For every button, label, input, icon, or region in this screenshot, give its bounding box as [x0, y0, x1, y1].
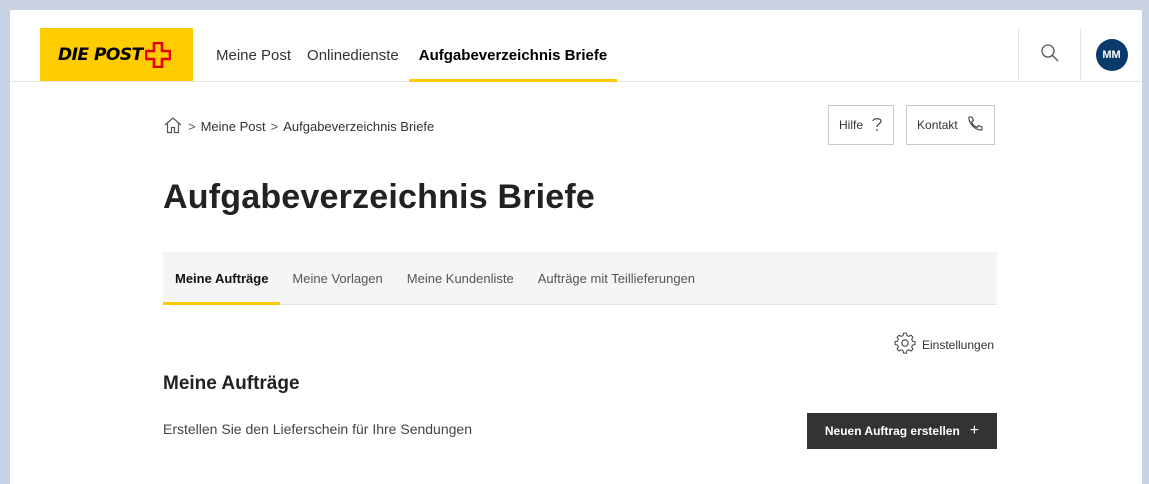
breadcrumb: > Meine Post > Aufgabeverzeichnis Briefe [163, 116, 434, 137]
search-icon [1040, 43, 1060, 68]
nav-item-meine-post[interactable]: Meine Post [210, 28, 297, 82]
top-header: DIE POST Meine Post Onlinedienste Aufgab… [10, 10, 1142, 82]
hilfe-label: Hilfe [839, 118, 864, 132]
nav-item-onlinedienste[interactable]: Onlinedienste [301, 28, 405, 82]
tab-bar: Meine Aufträge Meine Vorlagen Meine Kund… [163, 252, 997, 305]
settings-label: Einstellungen [922, 337, 995, 352]
tab-meine-auftraege[interactable]: Meine Aufträge [163, 252, 281, 305]
kontakt-button[interactable]: Kontakt [906, 105, 995, 145]
plus-icon: + [969, 422, 980, 439]
help-actions: Hilfe Kontakt [828, 105, 1007, 145]
post-logo[interactable]: DIE POST [40, 28, 193, 81]
breadcrumb-item-current: Aufgabeverzeichnis Briefe [283, 119, 435, 134]
tab-meine-vorlagen[interactable]: Meine Vorlagen [280, 252, 394, 304]
search-button[interactable] [1018, 28, 1080, 82]
tab-meine-kundenliste[interactable]: Meine Kundenliste [395, 252, 526, 304]
tab-auftraege-teillieferungen[interactable]: Aufträge mit Teillieferungen [526, 252, 707, 304]
settings-link[interactable]: Einstellungen [894, 332, 994, 357]
hilfe-button[interactable]: Hilfe [828, 105, 895, 145]
avatar-container: MM [1080, 28, 1142, 82]
phone-icon [966, 115, 984, 136]
home-icon[interactable] [163, 116, 183, 137]
new-order-button[interactable]: Neuen Auftrag erstellen + [807, 413, 997, 449]
nav-item-aufgabeverzeichnis[interactable]: Aufgabeverzeichnis Briefe [408, 28, 618, 82]
app-frame: DIE POST Meine Post Onlinedienste Aufgab… [10, 10, 1142, 484]
swiss-cross-icon [144, 41, 172, 68]
section-title: Meine Aufträge [163, 373, 300, 394]
breadcrumb-separator: > [188, 119, 196, 134]
logo-text: DIE POST [58, 44, 143, 65]
breadcrumb-item-meine-post[interactable]: Meine Post [201, 119, 266, 134]
gear-icon [894, 332, 916, 357]
breadcrumb-separator: > [270, 119, 279, 134]
header-actions: MM [1018, 28, 1142, 82]
question-icon [871, 116, 883, 135]
section-description: Erstellen Sie den Lieferschein für Ihre … [163, 421, 472, 437]
kontakt-label: Kontakt [917, 118, 958, 132]
page-title: Aufgabeverzeichnis Briefe [163, 178, 596, 216]
main-nav: Meine Post Onlinedienste Aufgabeverzeich… [210, 28, 618, 82]
user-avatar[interactable]: MM [1095, 39, 1128, 71]
new-order-label: Neuen Auftrag erstellen [824, 424, 960, 438]
